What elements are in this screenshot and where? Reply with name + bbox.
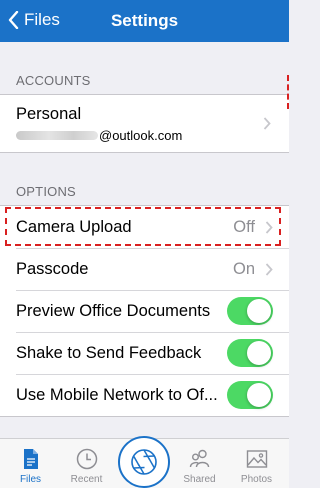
settings-list[interactable]: ACCOUNTS Personal @outlook.com OPTIONS C… [0,42,289,438]
camera-upload-value: Off [233,217,255,236]
redacted-email-user [16,130,98,140]
people-icon [189,449,209,468]
chevron-right-icon [263,117,271,130]
shake-to-send-feedback-toggle[interactable] [227,339,273,367]
camera-button[interactable] [118,436,170,488]
back-label: Files [24,10,60,29]
highlight-edge-mark [287,75,289,109]
passcode-label: Passcode [16,259,89,278]
account-email: @outlook.com [16,128,182,143]
accounts-section-header: ACCOUNTS [16,73,91,88]
tab-files[interactable]: Files [2,439,59,488]
personal-account-row[interactable]: Personal @outlook.com [0,95,289,152]
chevron-right-icon [265,262,273,276]
toggle-knob [247,299,271,323]
use-mobile-network-label: Use Mobile Network to Of... [16,385,218,404]
navigation-bar: Files Settings [0,0,289,42]
preview-office-documents-row: Preview Office Documents [0,290,289,332]
tab-shared[interactable]: Shared [171,439,228,488]
tab-files-label: Files [19,474,42,485]
tab-recent[interactable]: Recent [58,439,115,488]
options-group: Camera Upload Off Passcode On Preview Of… [0,205,289,417]
clock-icon [76,448,97,470]
account-name: Personal [16,104,82,123]
use-mobile-network-toggle[interactable] [227,381,273,409]
shake-to-send-feedback-row: Shake to Send Feedback [0,332,289,374]
preview-office-documents-label: Preview Office Documents [16,301,211,320]
passcode-value: On [232,259,255,278]
use-mobile-network-row: Use Mobile Network to Of... [0,374,289,416]
camera-upload-row[interactable]: Camera Upload Off [0,206,289,248]
passcode-row[interactable]: Passcode On [0,248,289,290]
email-domain: @outlook.com [99,127,183,143]
toggle-knob [247,383,271,407]
chevron-left-icon [8,11,19,29]
camera-upload-label: Camera Upload [16,217,132,236]
files-icon [23,449,38,469]
chevron-right-icon [265,220,273,234]
toggle-knob [247,341,271,365]
accounts-group: Personal @outlook.com [0,94,289,153]
tab-photos[interactable]: Photos [228,439,285,488]
options-section-header: OPTIONS [16,184,76,199]
shake-to-send-feedback-label: Shake to Send Feedback [16,343,202,362]
aperture-icon [131,449,157,475]
tab-recent-label: Recent [70,474,103,485]
photos-icon [246,450,267,468]
preview-office-documents-toggle[interactable] [227,297,273,325]
back-button[interactable]: Files [8,10,60,30]
tab-photos-label: Photos [240,474,273,485]
tab-shared-label: Shared [183,474,216,485]
